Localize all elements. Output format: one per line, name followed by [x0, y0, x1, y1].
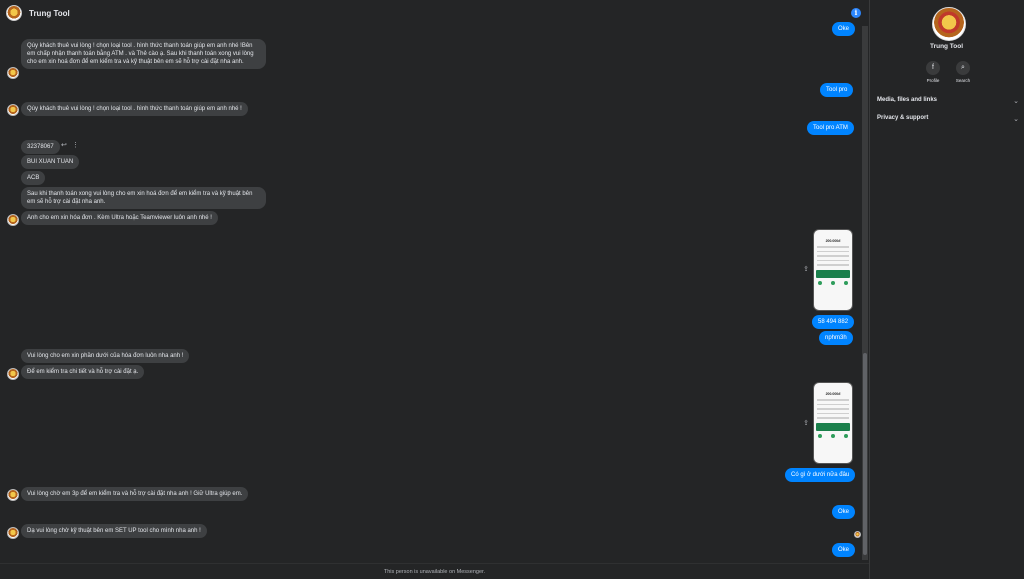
image-amount: 200.000đ	[825, 239, 841, 243]
message-incoming[interactable]: BUI XUAN TUAN	[21, 155, 80, 169]
chevron-down-icon: ⌄	[1013, 98, 1019, 105]
message-incoming[interactable]: Vui lòng cho em xin phần dưới của hóa đơ…	[21, 349, 190, 363]
facebook-icon[interactable]: f	[926, 61, 940, 75]
message-incoming[interactable]: ACB	[21, 171, 46, 185]
chat-title[interactable]: Trung Tool	[29, 9, 70, 18]
message-outgoing[interactable]: Có gì ở dưới nữa đâu	[785, 468, 856, 482]
message-incoming[interactable]: Để em kiểm tra chi tiết và hỗ trợ cài đặ…	[21, 365, 145, 379]
share-icon[interactable]: ⇪	[802, 266, 810, 274]
message-incoming[interactable]: Dạ vui lòng chờ kỹ thuật bên em SET UP t…	[21, 524, 207, 538]
message-incoming[interactable]: 32378067	[21, 140, 60, 154]
messenger-app: Trung Tool i Oke Qúy khách thuê vui lòng…	[0, 0, 1024, 579]
seen-avatar	[854, 531, 861, 538]
message-outgoing[interactable]: 58 494 882	[812, 315, 855, 329]
image-amount: 200.000đ	[825, 392, 841, 396]
info-icon[interactable]: i	[851, 8, 861, 18]
unavailable-notice: This person is unavailable on Messenger.	[0, 563, 869, 579]
message-incoming[interactable]: Sau khi thanh toán xong vui lòng cho em …	[21, 187, 266, 209]
sender-avatar	[7, 67, 19, 79]
search-label[interactable]: Search	[948, 78, 978, 83]
message-outgoing[interactable]: Tool pro ATM	[807, 121, 854, 135]
sender-avatar	[7, 489, 19, 501]
profile-label[interactable]: Profile	[918, 78, 948, 83]
attached-image[interactable]: 200.000đ	[813, 229, 853, 311]
reply-icon[interactable]: ↩	[61, 141, 67, 149]
message-incoming[interactable]: Qúy khách thuê vui lòng ! chọn loại tool…	[21, 102, 248, 116]
message-outgoing[interactable]: Oke	[832, 22, 856, 36]
message-outgoing[interactable]: nphm3h	[819, 331, 853, 345]
sidebar-name: Trung Tool	[929, 43, 964, 50]
section-media-files-links[interactable]: Media, files and links ⌄	[877, 97, 1019, 105]
contact-avatar[interactable]	[6, 5, 22, 21]
message-outgoing[interactable]: Tool pro	[820, 83, 854, 97]
message-incoming[interactable]: Anh cho em xin hóa đơn . Kèm Ultra hoặc …	[21, 211, 218, 225]
message-outgoing[interactable]: Oke	[832, 543, 856, 557]
sidebar-avatar[interactable]	[932, 7, 966, 41]
unavailable-text: This person is unavailable on Messenger.	[383, 568, 486, 575]
message-outgoing[interactable]: Oke	[832, 505, 856, 519]
sender-avatar	[7, 104, 19, 116]
chat-panel: Trung Tool i Oke Qúy khách thuê vui lòng…	[0, 0, 869, 579]
message-incoming[interactable]: Qúy khách thuê vui lòng ! chọn loại tool…	[21, 39, 266, 69]
message-incoming[interactable]: Vui lòng chờ em 3p để em kiểm tra và hỗ …	[21, 487, 249, 501]
scrollbar-thumb[interactable]	[863, 353, 867, 555]
sender-avatar	[7, 214, 19, 226]
chat-header: Trung Tool	[0, 0, 869, 26]
section-privacy-support[interactable]: Privacy & support ⌄	[877, 115, 1019, 123]
sender-avatar	[7, 527, 19, 539]
attached-image[interactable]: 200.000đ	[813, 382, 853, 464]
chevron-down-icon: ⌄	[1013, 116, 1019, 123]
search-icon[interactable]: ⌕	[956, 61, 970, 75]
section-label: Media, files and links	[877, 97, 938, 103]
sender-avatar	[7, 368, 19, 380]
more-icon[interactable]: ⋮	[72, 141, 79, 149]
conversation-sidebar	[869, 0, 1024, 579]
section-label: Privacy & support	[877, 115, 929, 121]
share-icon[interactable]: ⇪	[802, 420, 810, 428]
